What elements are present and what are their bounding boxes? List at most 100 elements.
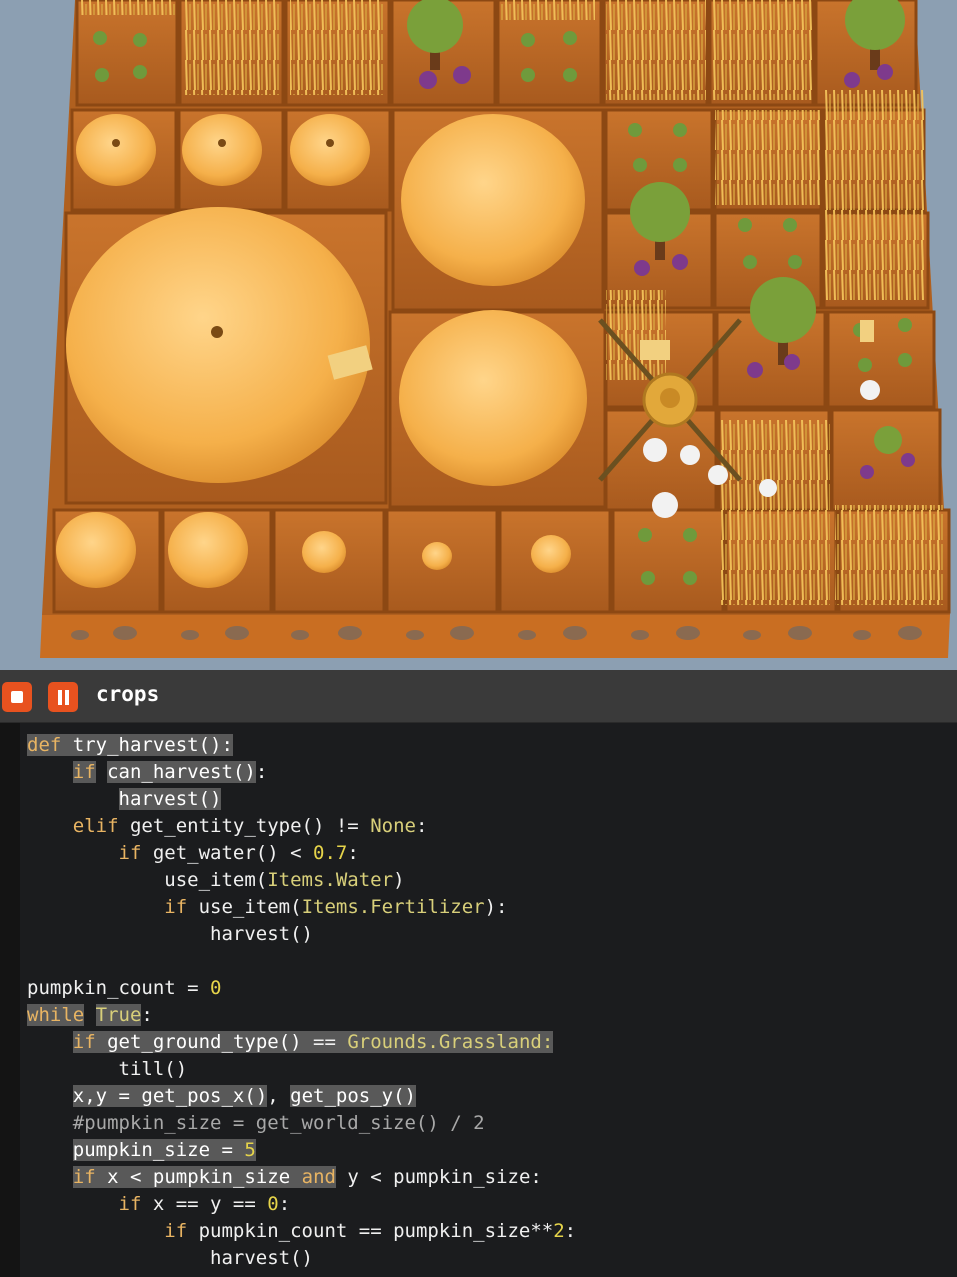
code-token: try_harvest(): [72, 734, 233, 756]
code-token: : [347, 842, 359, 864]
code-token: if [164, 896, 188, 918]
code-token: get_pos_y [290, 1085, 394, 1107]
code-token: pumpkin_size [152, 1166, 291, 1188]
code-line[interactable]: #pumpkin_size = get_world_size() / 2 [27, 1110, 576, 1137]
editor-gutter [0, 723, 20, 1277]
code-token: 0 [267, 1193, 279, 1215]
code-line[interactable]: if x < pumpkin_size and y < pumpkin_size… [27, 1164, 576, 1191]
code-line[interactable]: till() [27, 1056, 576, 1083]
pause-button[interactable] [48, 682, 78, 712]
code-token: True [95, 1004, 142, 1026]
code-token [95, 1166, 108, 1188]
code-token: while [27, 1004, 85, 1026]
code-line[interactable]: harvest() [27, 921, 576, 948]
code-token: () [393, 1085, 416, 1107]
code-line[interactable]: x,y = get_pos_x(), get_pos_y() [27, 1083, 576, 1110]
code-token: 5 [244, 1139, 256, 1161]
code-token: x,y [72, 1085, 108, 1107]
code-token: : [255, 761, 268, 783]
code-token: Items.Water [267, 869, 394, 891]
code-line[interactable]: def try_harvest(): [27, 732, 576, 759]
code-token: and [301, 1166, 336, 1188]
code-line[interactable]: if can_harvest(): [27, 759, 576, 786]
code-token: () [244, 1085, 268, 1107]
code-line[interactable]: if use_item(Items.Fertilizer): [27, 894, 576, 921]
code-line[interactable]: use_item(Items.Water) [27, 867, 576, 894]
code-line[interactable]: if get_ground_type() == Grounds.Grasslan… [27, 1029, 576, 1056]
code-token: get_pos_x [141, 1085, 245, 1107]
code-line[interactable]: harvest() [27, 1245, 576, 1272]
code-token: , [267, 1085, 291, 1107]
code-token: get_ground_type [107, 1031, 279, 1053]
code-lines[interactable]: def try_harvest(): if can_harvest(): har… [27, 732, 576, 1272]
code-token: = [210, 1139, 245, 1161]
code-token: == [301, 1031, 348, 1053]
code-token: ): [484, 896, 508, 918]
code-token: () [232, 761, 256, 783]
code-token: till() [118, 1058, 188, 1080]
code-line[interactable]: elif get_entity_type() != None: [27, 813, 576, 840]
game-viewport [0, 0, 957, 670]
code-line[interactable]: if pumpkin_count == pumpkin_size**2: [27, 1218, 576, 1245]
code-token: ) [393, 869, 405, 891]
code-token: if [72, 1031, 96, 1053]
code-window-header: crops [0, 670, 957, 723]
code-token: Grounds.Grassland: [347, 1031, 554, 1053]
code-line[interactable]: while True: [27, 1002, 576, 1029]
code-token: def [27, 734, 62, 756]
code-token: elif [72, 815, 119, 837]
window-title: crops [96, 682, 160, 706]
code-token: 0 [210, 977, 222, 999]
code-token: < [118, 1166, 153, 1188]
code-token: 0.7 [313, 842, 348, 864]
code-token: : [564, 1220, 577, 1242]
code-token: get_entity_type() != [118, 815, 371, 837]
code-token: can_harvest [107, 761, 233, 783]
stop-icon [11, 691, 23, 703]
code-token: x [107, 1166, 119, 1188]
code-line[interactable]: harvest() [27, 786, 576, 813]
code-editor[interactable]: def try_harvest(): if can_harvest(): har… [0, 723, 957, 1277]
code-line[interactable]: if get_water() < 0.7: [27, 840, 576, 867]
code-token: () [278, 1031, 302, 1053]
code-token: : [278, 1193, 291, 1215]
code-token [61, 734, 73, 756]
code-token: = [107, 1085, 142, 1107]
stop-button[interactable] [2, 682, 32, 712]
code-line[interactable]: if x == y == 0: [27, 1191, 576, 1218]
code-token: get_water() < [141, 842, 313, 864]
code-token: x == y == [141, 1193, 268, 1215]
code-token: Items.Fertilizer [301, 896, 485, 918]
code-token: if [118, 1193, 142, 1215]
code-token: 2 [553, 1220, 565, 1242]
code-line[interactable]: pumpkin_size = 5 [27, 1137, 576, 1164]
code-token: #pumpkin_size = get_world_size() / 2 [72, 1112, 485, 1134]
code-line[interactable] [27, 948, 576, 975]
code-token: if [72, 761, 96, 783]
code-token: use_item( [187, 896, 302, 918]
code-token: use_item( [164, 869, 268, 891]
code-line[interactable]: pumpkin_count = 0 [27, 975, 576, 1002]
code-token: pumpkin_count = [27, 977, 211, 999]
code-token [290, 1166, 302, 1188]
code-token: pumpkin_size [72, 1139, 211, 1161]
farm-scene [0, 0, 957, 670]
code-token: if [72, 1166, 96, 1188]
code-token [95, 1031, 108, 1053]
code-token: harvest() [210, 1247, 313, 1269]
